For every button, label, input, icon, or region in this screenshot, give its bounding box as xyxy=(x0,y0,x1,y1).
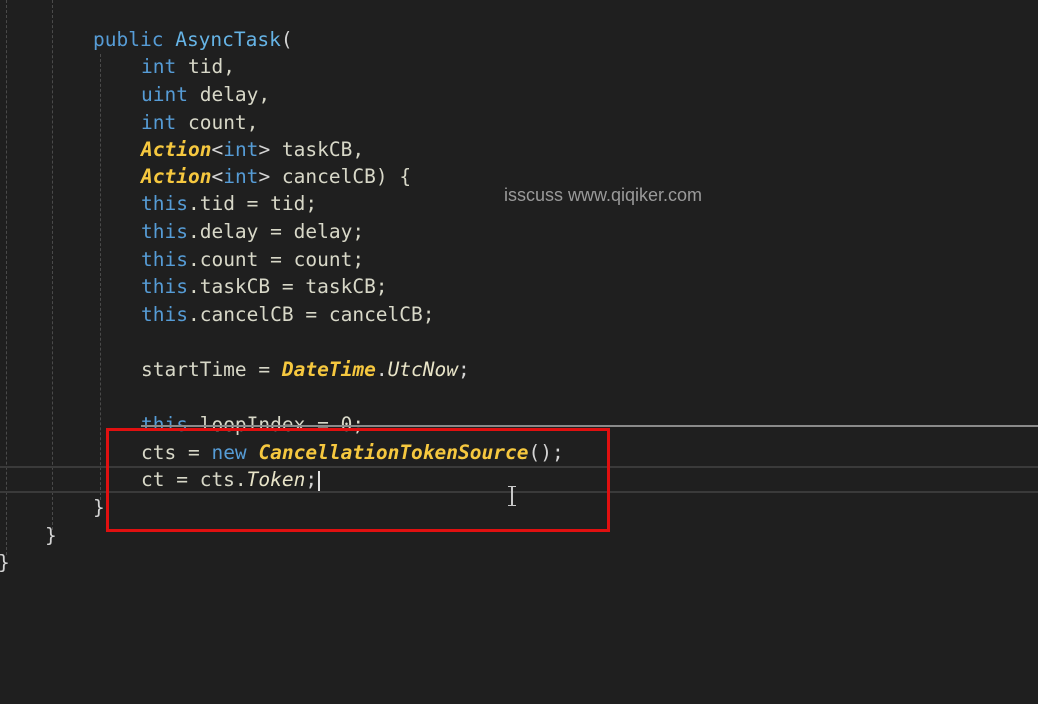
type-token: Action xyxy=(141,165,212,188)
brace-token: } xyxy=(0,551,10,574)
code-line-assign-cancelcb[interactable]: this.cancelCB = cancelCB; xyxy=(141,301,435,328)
code-line-constructor-signature[interactable]: public AsyncTask( xyxy=(93,26,293,53)
code-line-assign-taskcb[interactable]: this.taskCB = taskCB; xyxy=(141,273,388,300)
indent-guide xyxy=(100,54,101,500)
indent-guide xyxy=(6,0,7,555)
punctuation-token: > xyxy=(258,138,271,161)
code-line-assign-tid[interactable]: this.tid = tid; xyxy=(141,190,317,217)
keyword-token: this xyxy=(141,220,188,243)
punctuation-token: < xyxy=(211,138,224,161)
code-editor[interactable]: public AsyncTask( int tid, uint delay, i… xyxy=(0,0,1038,704)
brace-token: } xyxy=(45,524,57,547)
type-token: Action xyxy=(141,138,212,161)
keyword-token: uint xyxy=(141,83,188,106)
keyword-token: int xyxy=(141,55,177,78)
ibeam-cursor-icon xyxy=(507,485,517,507)
keyword-token: this xyxy=(141,303,188,326)
identifier-token: .count = count; xyxy=(187,248,365,271)
identifier-token: count, xyxy=(176,111,259,134)
code-line-namespace-close[interactable]: } xyxy=(0,549,10,576)
method-name-token: AsyncTask xyxy=(175,28,281,51)
identifier-token: .taskCB = taskCB; xyxy=(187,275,388,298)
punctuation-token: . xyxy=(375,358,388,381)
identifier-token: .tid = tid; xyxy=(187,192,318,215)
keyword-token: int xyxy=(223,165,259,188)
punctuation-token: > xyxy=(258,165,271,188)
identifier-token: cancelCB) { xyxy=(270,165,412,188)
keyword-token: int xyxy=(141,111,177,134)
identifier-token: .cancelCB = cancelCB; xyxy=(187,303,435,326)
code-line-start-time[interactable]: startTime = DateTime.UtcNow; xyxy=(141,356,470,383)
property-token: UtcNow xyxy=(387,358,459,381)
keyword-token: int xyxy=(223,138,259,161)
watermark-text: isscuss www.qiqiker.com xyxy=(504,185,703,205)
type-token: DateTime xyxy=(281,358,376,381)
indent-guide xyxy=(52,0,53,530)
code-line-assign-count[interactable]: this.count = count; xyxy=(141,246,364,273)
code-line-param-cancelcb[interactable]: Action<int> cancelCB) { xyxy=(141,163,411,190)
identifier-token: startTime = xyxy=(141,358,282,381)
code-line-class-close[interactable]: } xyxy=(45,522,57,549)
keyword-token: public xyxy=(93,28,164,51)
identifier-token: delay, xyxy=(187,83,271,106)
punctuation-token: < xyxy=(211,165,224,188)
identifier-token: tid, xyxy=(176,55,235,78)
identifier-token: taskCB, xyxy=(270,138,365,161)
keyword-token: this xyxy=(141,275,188,298)
code-line-param-count[interactable]: int count, xyxy=(141,109,258,136)
punctuation-token: ( xyxy=(280,28,293,51)
brace-token: } xyxy=(93,496,105,519)
code-line-param-taskcb[interactable]: Action<int> taskCB, xyxy=(141,136,364,163)
code-line-param-delay[interactable]: uint delay, xyxy=(141,81,270,108)
keyword-token: this xyxy=(141,248,188,271)
code-line-assign-delay[interactable]: this.delay = delay; xyxy=(141,218,364,245)
identifier-token: .delay = delay; xyxy=(187,220,365,243)
code-line-constructor-close[interactable]: } xyxy=(93,494,105,521)
highlight-annotation-box xyxy=(106,428,610,532)
punctuation-token: ; xyxy=(458,358,470,381)
code-line-param-tid[interactable]: int tid, xyxy=(141,53,235,80)
keyword-token: this xyxy=(141,192,188,215)
